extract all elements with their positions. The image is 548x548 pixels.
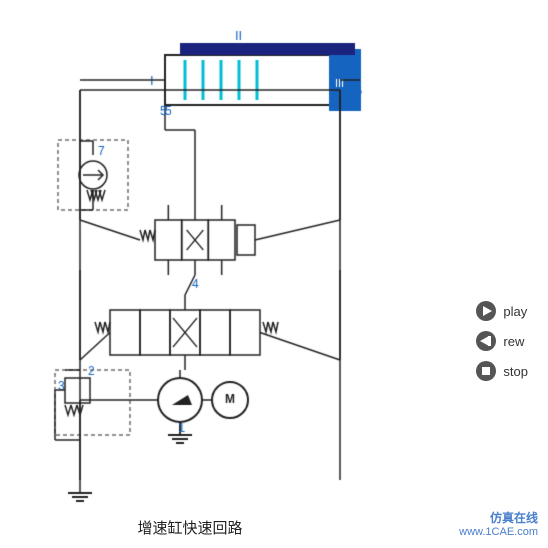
stop-button[interactable]: stop xyxy=(475,360,528,382)
play-button[interactable]: play xyxy=(475,300,528,322)
watermark-line1: 仿真在线 xyxy=(459,509,538,526)
diagram-title: 增速缸快速回路 xyxy=(137,520,242,537)
controls-panel: play rew stop xyxy=(475,300,528,382)
rew-button[interactable]: rew xyxy=(475,330,528,352)
stop-label: stop xyxy=(503,364,528,379)
watermark-line2: www.1CAE.com xyxy=(459,526,538,538)
play-label: play xyxy=(503,304,527,319)
rew-label: rew xyxy=(503,334,524,349)
footer: 增速缸快速回路 xyxy=(0,517,380,538)
watermark: 仿真在线 www.1CAE.com xyxy=(459,509,538,538)
